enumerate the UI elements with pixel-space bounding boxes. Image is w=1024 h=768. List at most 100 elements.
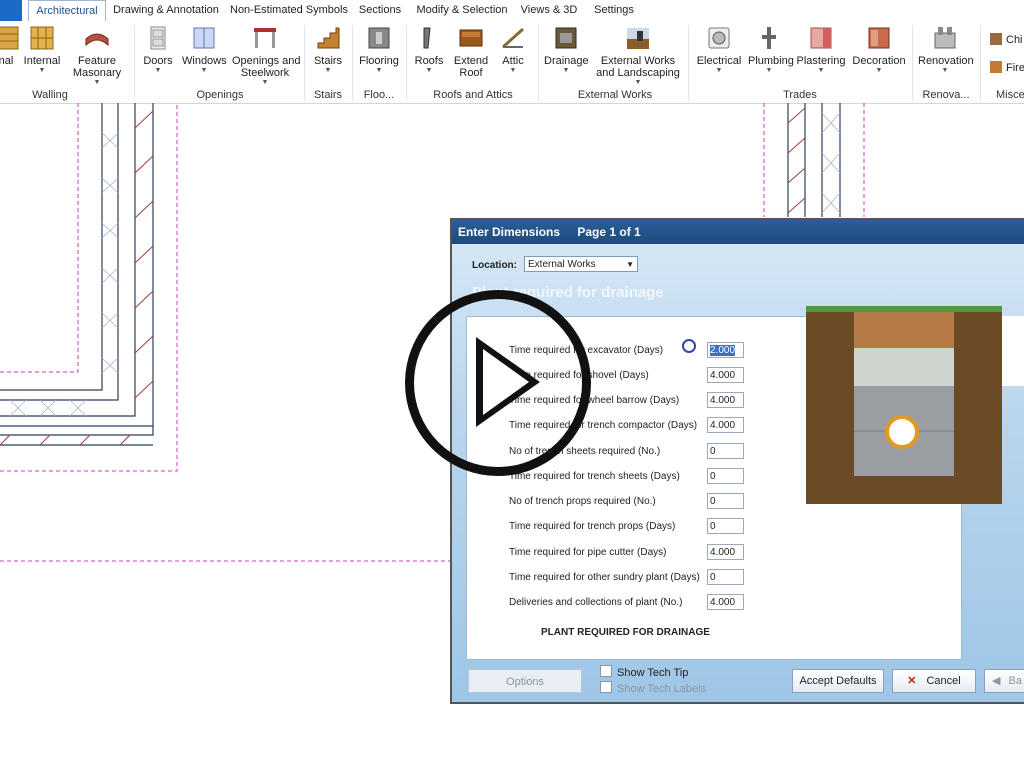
- window-icon: [193, 27, 215, 49]
- plastering-icon: [810, 27, 832, 49]
- tab-settings[interactable]: Settings: [590, 0, 638, 21]
- wall-outline: [0, 103, 154, 446]
- chevron-down-icon: ▼: [765, 67, 773, 74]
- ribbon-button-plastering[interactable]: Plastering ▼: [796, 25, 846, 75]
- attic-icon: [501, 27, 525, 49]
- renovation-icon: [934, 27, 956, 49]
- right-wall: [787, 103, 841, 217]
- electrical-icon: [708, 27, 730, 49]
- dialog-title-bar[interactable]: Enter Dimensions Page 1 of 1: [452, 220, 1024, 244]
- cancel-label: Cancel: [926, 675, 961, 687]
- ribbon-button-label: Internal: [23, 55, 61, 67]
- ribbon-group-label: Miscell: [996, 89, 1024, 101]
- fireplace-icon: [990, 61, 1002, 73]
- chevron-down-icon: ▼: [38, 67, 46, 74]
- ribbon-button-flooring[interactable]: Flooring ▼: [358, 25, 400, 75]
- ribbon-button-label: Renovation: [918, 55, 974, 67]
- ribbon-button-decoration[interactable]: Decoration ▼: [852, 25, 906, 75]
- video-play-button[interactable]: [405, 290, 591, 476]
- checkbox-label: Show Tech Labels: [617, 683, 707, 695]
- trench-sheets-count-input[interactable]: 0: [707, 443, 744, 459]
- ribbon-button-external-wall[interactable]: nal: [0, 25, 19, 67]
- ribbon-button-roofs[interactable]: Roofs ▼: [412, 25, 446, 75]
- ribbon-button-feature-masonary[interactable]: Feature Masonary ▼: [68, 25, 126, 87]
- ribbon-button-label: Flooring: [359, 55, 399, 67]
- play-icon: [476, 337, 540, 427]
- tab-drawing-annotation[interactable]: Drawing & Annotation: [112, 0, 220, 21]
- checkbox-box: [600, 681, 612, 693]
- ribbon-button-stairs[interactable]: Stairs ▼: [310, 25, 346, 75]
- masonry-icon: [85, 33, 109, 47]
- tab-views-3d[interactable]: Views & 3D: [520, 0, 578, 21]
- wheel-barrow-days-input[interactable]: 4.000: [707, 392, 744, 408]
- sundry-plant-days-input[interactable]: 0: [707, 569, 744, 585]
- ribbon-button-plumbing[interactable]: Plumbing ▼: [748, 25, 794, 75]
- chevron-down-icon: ▼: [817, 67, 825, 74]
- ribbon-group-label: Floo...: [363, 89, 395, 101]
- ribbon-button-label: Feature Masonary: [72, 55, 122, 79]
- ribbon-group-label: Renova...: [922, 89, 970, 101]
- pipe-cutter-days-input[interactable]: 4.000: [707, 544, 744, 560]
- ribbon-button-label: Attic: [502, 55, 524, 67]
- ribbon-button-doors[interactable]: Doors ▼: [140, 25, 176, 75]
- field-label: Time required for other sundry plant (Da…: [509, 572, 700, 583]
- chevron-down-icon: ▼: [634, 79, 642, 86]
- roof-icon: [423, 27, 431, 49]
- ribbon-separator: [352, 25, 353, 101]
- options-button[interactable]: Options: [468, 669, 582, 693]
- ribbon-separator: [406, 25, 407, 101]
- ribbon-button-windows[interactable]: Windows ▼: [182, 25, 227, 75]
- ribbon-button-extend-roof[interactable]: Extend Roof: [452, 25, 490, 79]
- excavator-days-input[interactable]: 2.000: [707, 342, 744, 358]
- chevron-down-icon: ▼: [875, 67, 883, 74]
- chevron-down-icon: ▼: [509, 67, 517, 74]
- tab-modify-selection[interactable]: Modify & Selection: [414, 0, 510, 21]
- location-label: Location:: [472, 260, 517, 271]
- tab-sections[interactable]: Sections: [356, 0, 404, 21]
- shovel-days-input[interactable]: 4.000: [707, 367, 744, 383]
- ribbon-button-fireplace[interactable]: Fire: [990, 61, 1024, 74]
- ribbon-button-attic[interactable]: Attic ▼: [496, 25, 530, 75]
- show-tech-tip-checkbox[interactable]: Show Tech Tip: [600, 665, 688, 679]
- door-icon: [150, 26, 166, 50]
- show-tech-labels-checkbox[interactable]: Show Tech Labels: [600, 681, 706, 695]
- accept-defaults-button[interactable]: Accept Defaults: [792, 669, 884, 693]
- ribbon-button-renovation[interactable]: Renovation ▼: [918, 25, 974, 75]
- trench-sheets-days-input[interactable]: 0: [707, 468, 744, 484]
- right-wall-bracing: [821, 112, 841, 214]
- ribbon-button-label: Roofs: [414, 55, 444, 67]
- ribbon-group-label: Roofs and Attics: [433, 89, 513, 101]
- back-button[interactable]: ◀ Ba: [984, 669, 1024, 693]
- field-label: Time required for trench sheets (Days): [509, 471, 680, 482]
- dialog-page-indicator: Page 1 of 1: [577, 225, 641, 239]
- trench-compactor-days-input[interactable]: 4.000: [707, 417, 744, 433]
- ribbon-button-electrical[interactable]: Electrical ▼: [696, 25, 742, 75]
- application-menu-button[interactable]: [0, 0, 22, 21]
- dialog-title: Enter Dimensions: [458, 225, 561, 239]
- ribbon-separator: [912, 25, 913, 101]
- trench-props-days-input[interactable]: 0: [707, 518, 744, 534]
- ribbon-button-chimney[interactable]: Chi: [990, 33, 1023, 46]
- location-select[interactable]: External Works ▼: [524, 256, 638, 272]
- ribbon-button-external-works-landscaping[interactable]: External Works and Landscaping ▼: [594, 25, 682, 87]
- decoration-icon: [868, 27, 890, 49]
- deliveries-count-input[interactable]: 4.000: [707, 594, 744, 610]
- chevron-down-icon: ▼: [200, 67, 208, 74]
- drainage-icon: [555, 27, 577, 49]
- cancel-button[interactable]: ✕ Cancel: [892, 669, 976, 693]
- ribbon-button-label: Plumbing: [748, 55, 794, 67]
- ribbon-button-label: Fire: [1006, 62, 1024, 74]
- location-value: External Works: [528, 259, 596, 270]
- ribbon-button-label: Chi: [1006, 34, 1023, 46]
- ribbon-button-openings-steelwork[interactable]: Openings and Steelwork ▼: [232, 25, 301, 87]
- field-label: Time required for trench props (Days): [509, 521, 676, 532]
- ribbon-button-drainage[interactable]: Drainage ▼: [544, 25, 589, 75]
- trench-props-count-input[interactable]: 0: [707, 493, 744, 509]
- tab-non-estimated-symbols[interactable]: Non-Estimated Symbols: [230, 0, 348, 21]
- ribbon-separator: [688, 25, 689, 101]
- ribbon-button-internal[interactable]: Internal ▼: [22, 25, 62, 75]
- back-label: Ba: [1008, 675, 1022, 687]
- ribbon-separator: [980, 25, 981, 101]
- tab-architectural[interactable]: Architectural: [28, 0, 106, 22]
- field-label: Deliveries and collections of plant (No.…: [509, 597, 683, 608]
